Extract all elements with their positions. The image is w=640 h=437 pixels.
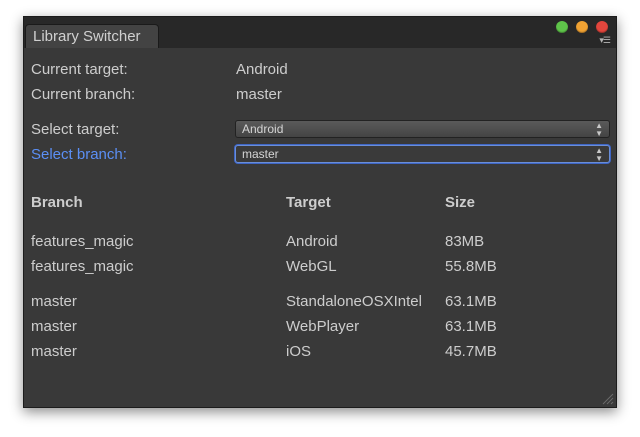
resize-handle-icon[interactable] bbox=[600, 391, 614, 405]
row-size: 55.8MB bbox=[445, 258, 497, 275]
select-branch-label: Select branch: bbox=[31, 146, 127, 163]
close-button[interactable] bbox=[596, 21, 608, 33]
row-size: 45.7MB bbox=[445, 343, 497, 360]
current-target-label: Current target: bbox=[31, 61, 128, 78]
row-branch: master bbox=[31, 293, 77, 310]
column-header-size: Size bbox=[445, 194, 476, 211]
row-size: 63.1MB bbox=[445, 293, 497, 310]
dropdown-arrows-icon: ▲ ▼ bbox=[595, 121, 603, 138]
window-controls bbox=[556, 21, 608, 33]
row-branch: features_magic bbox=[31, 258, 134, 275]
minimize-button[interactable] bbox=[576, 21, 588, 33]
branch-dropdown-value: master bbox=[242, 147, 279, 161]
row-target: WebGL bbox=[286, 258, 337, 275]
column-header-branch: Branch bbox=[31, 194, 83, 211]
row-branch: master bbox=[31, 343, 77, 360]
dropdown-arrows-icon: ▲ ▼ bbox=[595, 146, 603, 163]
select-target-label: Select target: bbox=[31, 121, 120, 138]
current-branch-label: Current branch: bbox=[31, 86, 136, 103]
column-header-target: Target bbox=[286, 194, 331, 211]
current-target-value: Android bbox=[236, 61, 288, 78]
menu-icon[interactable]: ▾☰ bbox=[599, 36, 611, 45]
title-bar: Library Switcher ▾☰ bbox=[24, 17, 616, 48]
row-target: WebPlayer bbox=[286, 318, 360, 335]
target-dropdown[interactable]: Android ▲ ▼ bbox=[235, 120, 610, 138]
row-branch: master bbox=[31, 318, 77, 335]
row-target: Android bbox=[286, 233, 338, 250]
row-size: 63.1MB bbox=[445, 318, 497, 335]
target-dropdown-value: Android bbox=[242, 122, 284, 136]
window-tab[interactable]: Library Switcher bbox=[25, 24, 159, 48]
branch-dropdown[interactable]: master ▲ ▼ bbox=[235, 145, 610, 163]
row-target: StandaloneOSXIntel bbox=[286, 293, 422, 310]
row-size: 83MB bbox=[445, 233, 485, 250]
current-branch-value: master bbox=[236, 86, 282, 103]
row-branch: features_magic bbox=[31, 233, 134, 250]
library-switcher-window: Library Switcher ▾☰ Current target: Andr… bbox=[23, 16, 617, 408]
row-target: iOS bbox=[286, 343, 312, 360]
maximize-button[interactable] bbox=[556, 21, 568, 33]
